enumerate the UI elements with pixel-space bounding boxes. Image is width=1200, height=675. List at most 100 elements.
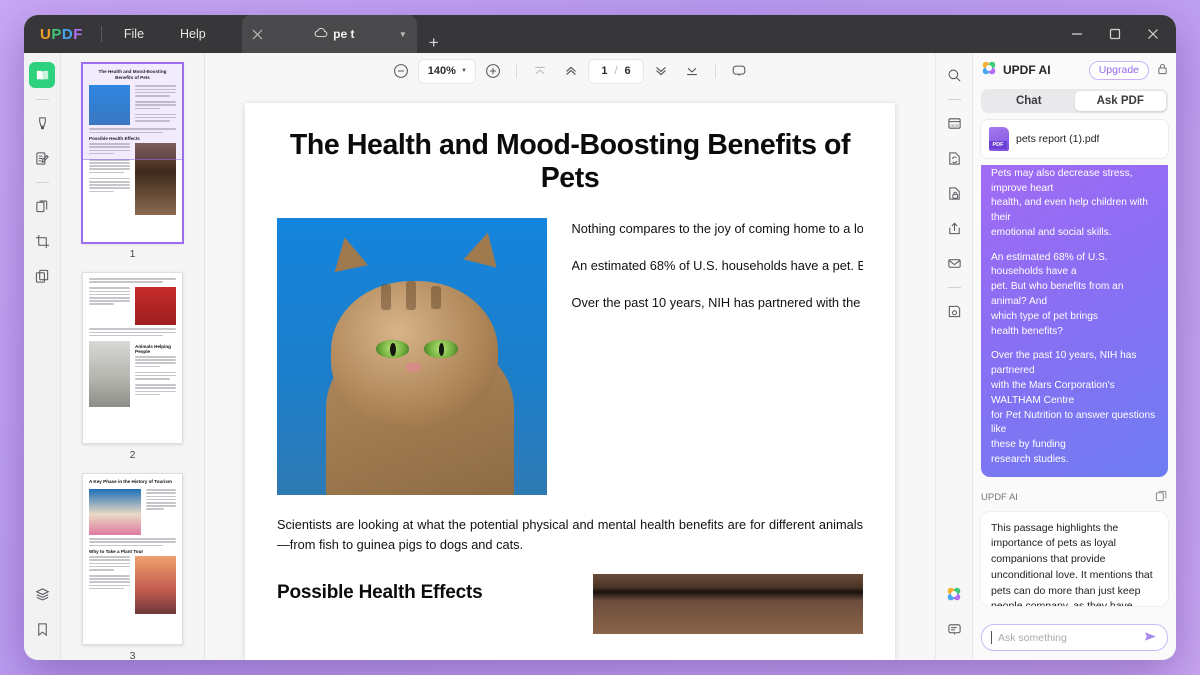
ai-reply-label: UPDF AI bbox=[981, 492, 1018, 504]
next-page-icon[interactable] bbox=[648, 58, 674, 84]
ai-panel-title: UPDF AI bbox=[1003, 63, 1051, 77]
thumbnail-page-3[interactable]: A Key Phase in the History of Tourism Wh… bbox=[82, 473, 183, 645]
thumbnail-number: 3 bbox=[129, 650, 136, 660]
cloud-icon bbox=[314, 25, 328, 43]
ocr-tool[interactable]: OCR bbox=[941, 110, 967, 136]
document-body-text: Nothing compares to the joy of coming ho… bbox=[572, 218, 863, 495]
maximize-icon[interactable] bbox=[1096, 15, 1134, 53]
attached-file-chip[interactable]: pets report (1).pdf bbox=[981, 120, 1168, 158]
batch-tool[interactable] bbox=[29, 263, 55, 289]
reader-tool[interactable] bbox=[29, 62, 55, 88]
thumbnail-page-2[interactable]: Animals Helping People bbox=[82, 272, 183, 444]
page-number-input[interactable]: 1 / 6 bbox=[589, 59, 643, 83]
zoom-level-select[interactable]: 140% ▼ bbox=[419, 59, 476, 83]
protect-tool[interactable] bbox=[941, 180, 967, 206]
text-caret bbox=[991, 631, 992, 644]
rail-divider bbox=[35, 99, 49, 100]
thumbnail-page-1[interactable]: The Health and Mood-Boosting Benefits of… bbox=[81, 62, 184, 244]
organize-pages-tool[interactable] bbox=[29, 193, 55, 219]
zoom-level-value: 140% bbox=[427, 65, 456, 77]
zoom-out-icon[interactable] bbox=[388, 58, 414, 84]
edit-pdf-tool[interactable] bbox=[29, 145, 55, 171]
toolbar-divider bbox=[516, 64, 518, 78]
dog-photo bbox=[593, 573, 863, 634]
updf-ai-tool[interactable] bbox=[941, 581, 967, 607]
right-tool-rail: OCR bbox=[935, 53, 972, 660]
toolbar-divider bbox=[714, 64, 716, 78]
thumbnail-item[interactable]: The Health and Mood-Boosting Benefits of… bbox=[61, 62, 204, 272]
comment-bubble-icon[interactable] bbox=[726, 58, 752, 84]
previous-page-icon[interactable] bbox=[558, 58, 584, 84]
page-scroll-area[interactable]: The Health and Mood-Boosting Benefits of… bbox=[205, 89, 935, 660]
current-page-value: 1 bbox=[601, 65, 608, 77]
logo-letter-d: D bbox=[61, 25, 74, 43]
ai-panel-header: UPDF AI Upgrade bbox=[973, 53, 1176, 87]
minimize-icon[interactable] bbox=[1058, 15, 1096, 53]
left-tool-rail bbox=[24, 53, 61, 660]
thumb-title: A Key Phase in the History of Tourism bbox=[89, 479, 172, 484]
viewer-toolbar: 140% ▼ 1 / 6 bbox=[205, 53, 935, 89]
thumb-heading: Animals Helping People bbox=[135, 343, 171, 354]
last-page-icon[interactable] bbox=[679, 58, 705, 84]
ask-input[interactable]: Ask something bbox=[981, 624, 1168, 651]
document-columns: Nothing compares to the joy of coming ho… bbox=[277, 217, 863, 495]
zoom-in-icon[interactable] bbox=[480, 58, 506, 84]
svg-text:OCR: OCR bbox=[950, 123, 959, 127]
layers-tool[interactable] bbox=[29, 581, 55, 607]
bookmark-tool[interactable] bbox=[29, 616, 55, 642]
menu-file[interactable]: File bbox=[106, 15, 162, 53]
rail-divider bbox=[947, 287, 961, 288]
rail-divider bbox=[947, 99, 961, 100]
upgrade-button[interactable]: Upgrade bbox=[1088, 60, 1149, 80]
save-tool[interactable] bbox=[941, 298, 967, 324]
ai-reply-bubble: This passage highlights the importance o… bbox=[981, 511, 1168, 606]
document-paragraph: An estimated 68% of U.S. households have… bbox=[571, 257, 863, 273]
tab-chat[interactable]: Chat bbox=[983, 91, 1075, 111]
updf-ai-panel: UPDF AI Upgrade Chat Ask PDF pets report… bbox=[972, 53, 1176, 660]
ai-conversation[interactable]: you company. Pets may also decrease stre… bbox=[973, 165, 1176, 617]
logo-letter-p: P bbox=[51, 25, 62, 43]
pdf-file-icon bbox=[989, 127, 1009, 151]
document-title: The Health and Mood-Boosting Benefits of… bbox=[289, 129, 851, 195]
thumbnail-item[interactable]: A Key Phase in the History of Tourism Wh… bbox=[61, 473, 204, 660]
ask-input-placeholder: Ask something bbox=[998, 631, 1067, 644]
close-icon[interactable] bbox=[248, 24, 268, 44]
ai-reply-header: UPDF AI bbox=[981, 485, 1168, 512]
user-message-bubble: you company. Pets may also decrease stre… bbox=[981, 165, 1168, 477]
convert-tool[interactable] bbox=[941, 145, 967, 171]
pdf-viewer: 140% ▼ 1 / 6 The Health and Mood-Boostin… bbox=[205, 53, 935, 660]
annotate-tool[interactable] bbox=[29, 110, 55, 136]
app-body: The Health and Mood-Boosting Benefits of… bbox=[24, 53, 1176, 660]
page-separator: / bbox=[614, 65, 618, 77]
send-icon[interactable] bbox=[1143, 630, 1158, 646]
thumbnail-item[interactable]: Animals Helping People 2 bbox=[61, 272, 204, 473]
logo-letter-u: U bbox=[40, 25, 52, 43]
user-message-part: you company. Pets may also decrease stre… bbox=[991, 167, 1148, 238]
tab-main[interactable]: pe t bbox=[270, 25, 399, 43]
updf-window: UPDF File Help pe t ▼ + The Health and M… bbox=[24, 15, 1176, 660]
copy-icon[interactable] bbox=[1155, 489, 1168, 507]
tab-strip: pe t ▼ + bbox=[241, 15, 451, 53]
search-tool[interactable] bbox=[941, 62, 967, 88]
chevron-down-icon: ▼ bbox=[460, 68, 467, 74]
updf-ai-icon bbox=[981, 60, 997, 81]
share-tool[interactable] bbox=[941, 215, 967, 241]
close-icon[interactable] bbox=[1134, 15, 1172, 53]
right-rail-bottom bbox=[941, 581, 967, 660]
new-tab-button[interactable]: + bbox=[417, 33, 451, 53]
first-page-icon[interactable] bbox=[527, 58, 553, 84]
chevron-down-icon[interactable]: ▼ bbox=[399, 30, 411, 39]
thumbnail-number: 2 bbox=[129, 449, 136, 461]
crop-tool[interactable] bbox=[29, 228, 55, 254]
email-tool[interactable] bbox=[941, 250, 967, 276]
user-message-part: An estimated 68% of U.S. households have… bbox=[991, 251, 1124, 337]
document-tab[interactable]: pe t ▼ bbox=[241, 15, 417, 53]
comment-tool[interactable] bbox=[941, 616, 967, 642]
pdf-page-1: The Health and Mood-Boosting Benefits of… bbox=[245, 103, 895, 660]
lock-icon[interactable] bbox=[1155, 63, 1168, 78]
window-controls bbox=[1058, 15, 1176, 53]
document-paragraph: Over the past 10 years, NIH has partnere… bbox=[571, 294, 863, 310]
page-thumbnail-panel[interactable]: The Health and Mood-Boosting Benefits of… bbox=[61, 53, 205, 660]
tab-ask-pdf[interactable]: Ask PDF bbox=[1074, 91, 1166, 111]
menu-help[interactable]: Help bbox=[162, 15, 224, 53]
